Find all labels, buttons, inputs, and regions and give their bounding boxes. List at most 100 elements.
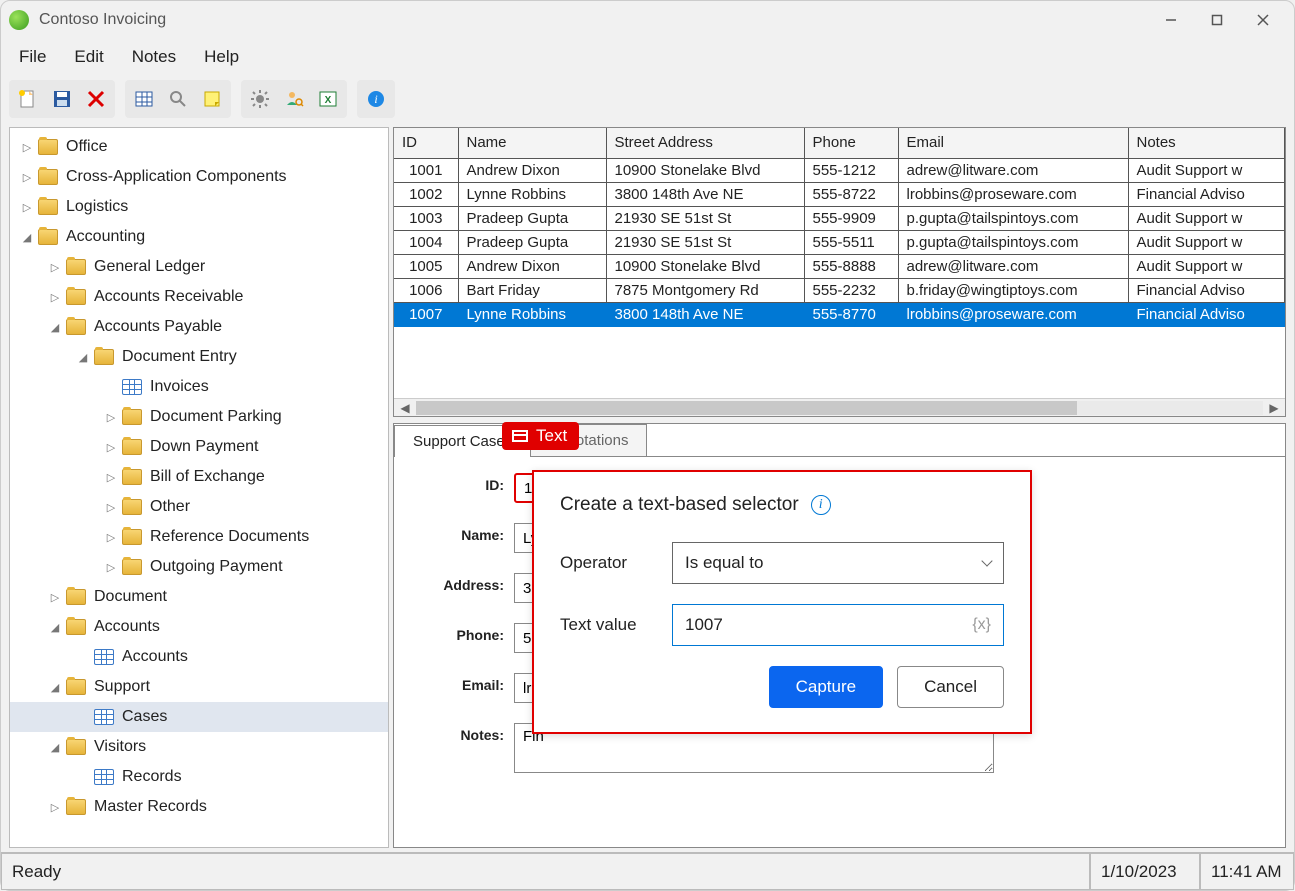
tree-node-accounting[interactable]: ◢Accounting: [10, 222, 388, 252]
cell-phone: 555-8888: [804, 254, 898, 278]
tree-label: Accounts: [94, 618, 160, 636]
minimize-button[interactable]: [1148, 4, 1194, 36]
scroll-left-icon[interactable]: ◀: [398, 401, 412, 415]
tree-label: Master Records: [94, 798, 207, 816]
tree-node-accounts-receivable[interactable]: ▷Accounts Receivable: [10, 282, 388, 312]
chevron-right-icon[interactable]: ▷: [104, 500, 118, 514]
folder-icon: [38, 229, 58, 245]
tree-node-invoices[interactable]: Invoices: [10, 372, 388, 402]
tree-node-visitors[interactable]: ◢Visitors: [10, 732, 388, 762]
user-icon[interactable]: [279, 84, 309, 114]
tree-node-support[interactable]: ◢Support: [10, 672, 388, 702]
table-row[interactable]: 1006Bart Friday7875 Montgomery Rd555-223…: [394, 278, 1285, 302]
textvalue-input[interactable]: 1007 {x}: [672, 604, 1004, 646]
tree-node-general-ledger[interactable]: ▷ General Ledger: [10, 252, 388, 282]
cancel-button[interactable]: Cancel: [897, 666, 1004, 708]
selector-text-badge[interactable]: Text: [502, 422, 579, 450]
info-icon[interactable]: i: [361, 84, 391, 114]
horizontal-scrollbar[interactable]: ◀ ▶: [394, 398, 1285, 416]
new-icon[interactable]: [13, 84, 43, 114]
chevron-down-icon[interactable]: ◢: [76, 350, 90, 364]
chevron-right-icon[interactable]: ▷: [48, 800, 62, 814]
chevron-right-icon[interactable]: ▷: [104, 410, 118, 424]
close-button[interactable]: [1240, 4, 1286, 36]
chevron-right-icon[interactable]: ▷: [20, 170, 34, 184]
table-row[interactable]: 1003Pradeep Gupta21930 SE 51st St555-990…: [394, 206, 1285, 230]
tree-node-records[interactable]: Records: [10, 762, 388, 792]
col-email[interactable]: Email: [898, 128, 1128, 158]
chevron-down-icon[interactable]: ◢: [48, 320, 62, 334]
search-icon[interactable]: [163, 84, 193, 114]
table-row[interactable]: 1007Lynne Robbins3800 148th Ave NE555-87…: [394, 302, 1285, 326]
chevron-down-icon[interactable]: ◢: [20, 230, 34, 244]
folder-icon: [122, 499, 142, 515]
tree-label: General Ledger: [94, 258, 205, 276]
chevron-right-icon[interactable]: ▷: [48, 290, 62, 304]
tree-label: Records: [122, 768, 182, 786]
tree-node-cases[interactable]: Cases: [10, 702, 388, 732]
chevron-right-icon[interactable]: ▷: [104, 530, 118, 544]
excel-icon[interactable]: X: [313, 84, 343, 114]
capture-button[interactable]: Capture: [769, 666, 883, 708]
scroll-thumb[interactable]: [416, 401, 1077, 415]
table-row[interactable]: 1002Lynne Robbins3800 148th Ave NE555-87…: [394, 182, 1285, 206]
tree-node-cross-application[interactable]: ▷Cross-Application Components: [10, 162, 388, 192]
save-icon[interactable]: [47, 84, 77, 114]
delete-icon[interactable]: [81, 84, 111, 114]
tree-node-document-entry[interactable]: ◢Document Entry: [10, 342, 388, 372]
tree-node-reference-documents[interactable]: ▷Reference Documents: [10, 522, 388, 552]
scroll-right-icon[interactable]: ▶: [1267, 401, 1281, 415]
chevron-down-icon[interactable]: ◢: [48, 740, 62, 754]
chevron-right-icon[interactable]: ▷: [104, 440, 118, 454]
tree-node-document[interactable]: ▷Document: [10, 582, 388, 612]
tree-node-bill-of-exchange[interactable]: ▷Bill of Exchange: [10, 462, 388, 492]
chevron-right-icon[interactable]: ▷: [20, 140, 34, 154]
chevron-right-icon[interactable]: ▷: [48, 590, 62, 604]
menu-file[interactable]: File: [9, 43, 56, 71]
tree-node-accounts[interactable]: ◢ Accounts: [10, 612, 388, 642]
chevron-right-icon[interactable]: ▷: [104, 470, 118, 484]
note-icon[interactable]: [197, 84, 227, 114]
table-row[interactable]: 1005Andrew Dixon10900 Stonelake Blvd555-…: [394, 254, 1285, 278]
cell-email: lrobbins@proseware.com: [898, 302, 1128, 326]
chevron-down-icon[interactable]: ◢: [48, 680, 62, 694]
tree-node-master-records[interactable]: ▷ Master Records: [10, 792, 388, 822]
chevron-right-icon[interactable]: ▷: [48, 260, 62, 274]
gear-icon[interactable]: [245, 84, 275, 114]
col-street[interactable]: Street Address: [606, 128, 804, 158]
data-grid: ID Name Street Address Phone Email Notes…: [393, 127, 1286, 417]
maximize-button[interactable]: [1194, 4, 1240, 36]
tree-node-other[interactable]: ▷Other: [10, 492, 388, 522]
tree-node-outgoing-payment[interactable]: ▷Outgoing Payment: [10, 552, 388, 582]
table-row[interactable]: 1001Andrew Dixon10900 Stonelake Blvd555-…: [394, 158, 1285, 182]
tree-node-down-payment[interactable]: ▷Down Payment: [10, 432, 388, 462]
tree-node-accounts-payable[interactable]: ◢Accounts Payable: [10, 312, 388, 342]
col-notes[interactable]: Notes: [1128, 128, 1285, 158]
col-phone[interactable]: Phone: [804, 128, 898, 158]
variable-hint-icon[interactable]: {x}: [972, 616, 991, 634]
tree-node-accounts-leaf[interactable]: Accounts: [10, 642, 388, 672]
cell-id: 1003: [394, 206, 458, 230]
cell-street: 21930 SE 51st St: [606, 206, 804, 230]
chevron-right-icon[interactable]: ▷: [20, 200, 34, 214]
cell-email: adrew@litware.com: [898, 158, 1128, 182]
menu-notes[interactable]: Notes: [122, 43, 186, 71]
info-icon[interactable]: i: [811, 495, 831, 515]
svg-text:X: X: [325, 95, 332, 106]
tree-node-logistics[interactable]: ▷Logistics: [10, 192, 388, 222]
menu-help[interactable]: Help: [194, 43, 249, 71]
cell-id: 1007: [394, 302, 458, 326]
chevron-down-icon[interactable]: ◢: [48, 620, 62, 634]
table-row[interactable]: 1004Pradeep Gupta21930 SE 51st St555-551…: [394, 230, 1285, 254]
tree-node-document-parking[interactable]: ▷Document Parking: [10, 402, 388, 432]
col-id[interactable]: ID: [394, 128, 458, 158]
folder-icon: [66, 259, 86, 275]
tree-node-office[interactable]: ▷Office: [10, 132, 388, 162]
table-icon[interactable]: [129, 84, 159, 114]
chevron-right-icon[interactable]: ▷: [104, 560, 118, 574]
cell-id: 1006: [394, 278, 458, 302]
col-name[interactable]: Name: [458, 128, 606, 158]
menu-edit[interactable]: Edit: [64, 43, 113, 71]
cell-id: 1002: [394, 182, 458, 206]
operator-select[interactable]: Is equal to: [672, 542, 1004, 584]
